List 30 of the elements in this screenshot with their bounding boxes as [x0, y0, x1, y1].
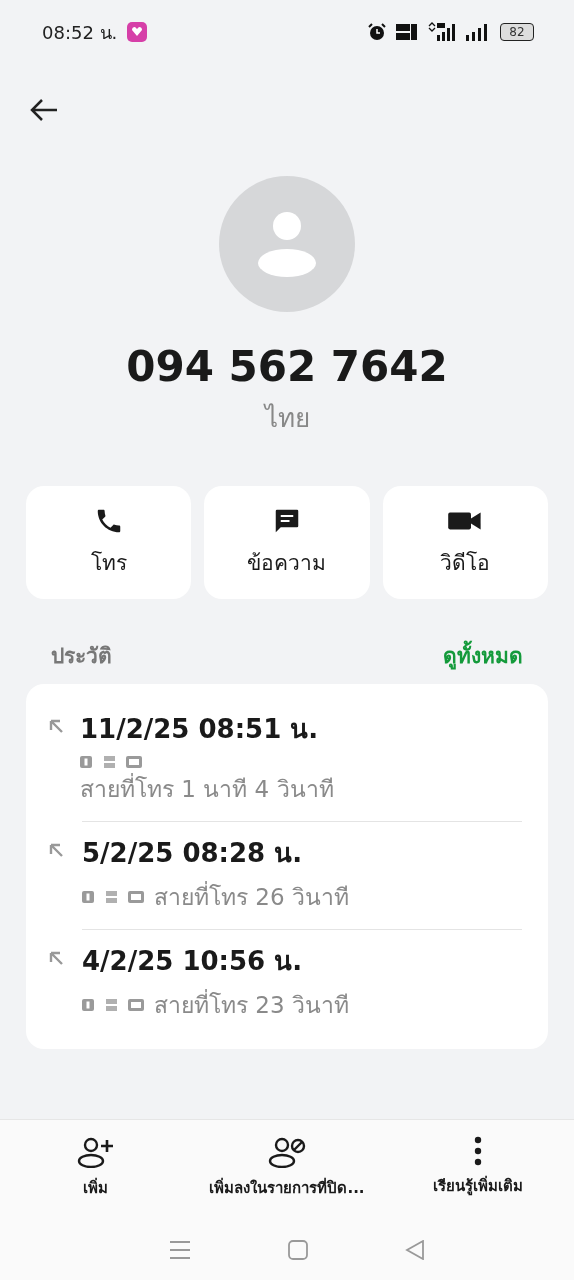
outgoing-call-icon [48, 950, 64, 966]
location-label: ไทย [264, 402, 310, 435]
outgoing-call-icon [48, 842, 64, 858]
call-duration: สายที่โทร 23 วินาที [154, 987, 349, 1023]
add-button[interactable]: เพิ่ม [0, 1136, 192, 1200]
signal-5g-icon [428, 22, 456, 42]
call-button[interactable]: โทร [26, 486, 192, 599]
more-icon [473, 1136, 484, 1166]
signal-icon [466, 23, 490, 41]
video-button[interactable]: วิดีโอ [382, 486, 548, 599]
status-time: 08:52 น. [42, 20, 118, 45]
call-duration: สายที่โทร 1 นาที 4 วินาที [80, 771, 334, 807]
more-button[interactable]: เรียนรู้เพิ่มเติม [382, 1136, 574, 1200]
call-duration: สายที่โทร 26 วินาที [154, 879, 349, 915]
phone-number: 094 562 7642 [126, 342, 448, 391]
block-person-icon [268, 1136, 306, 1168]
home-icon[interactable] [288, 1240, 308, 1260]
app-icon [127, 22, 148, 42]
back-icon[interactable] [405, 1240, 426, 1260]
menu-icon[interactable] [168, 1240, 191, 1260]
add-person-icon [76, 1136, 115, 1168]
call-datetime: 5/2/25 08:28 น. [82, 837, 304, 870]
battery-icon: 82 [500, 23, 534, 41]
call-datetime: 11/2/25 08:51 น. [80, 713, 320, 746]
section-title: ประวัติ [51, 643, 112, 670]
block-button[interactable]: เพิ่มลงในรายการที่ปิด... [191, 1136, 383, 1200]
outgoing-call-icon [48, 718, 64, 734]
call-datetime: 4/2/25 10:56 น. [82, 945, 304, 978]
message-button[interactable]: ข้อความ [204, 486, 370, 599]
alarm-icon [368, 23, 386, 41]
